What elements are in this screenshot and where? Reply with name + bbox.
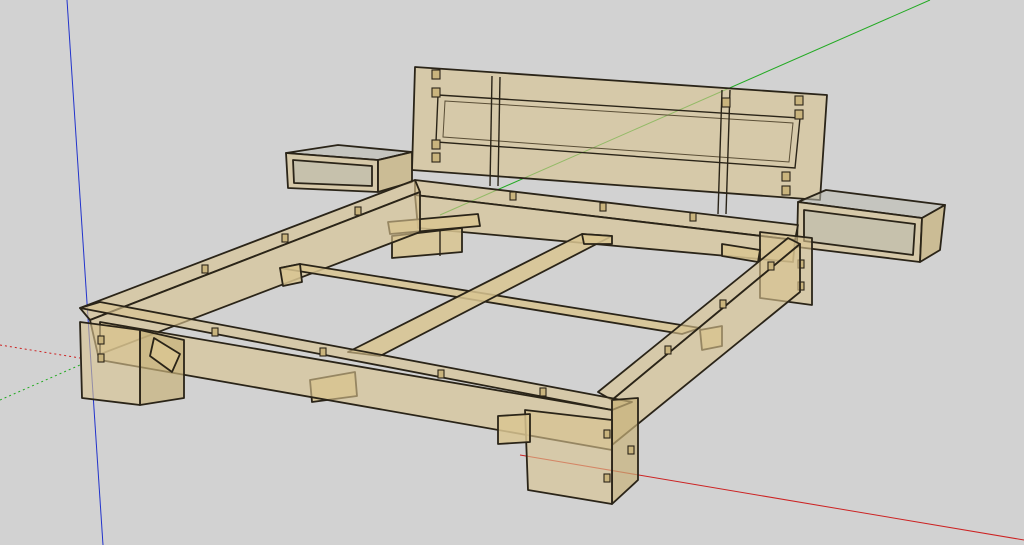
nightstand-right[interactable] — [796, 189, 946, 263]
foot-peg — [627, 445, 635, 455]
headboard-peg — [781, 171, 791, 182]
rail-peg — [689, 212, 697, 222]
y-axis-dotted-line — [0, 364, 81, 401]
cross-slat-end — [279, 263, 303, 287]
headboard-peg — [431, 69, 441, 80]
headboard-peg — [431, 139, 441, 150]
headboard-peg — [431, 152, 441, 163]
rail-peg — [437, 369, 445, 379]
foot-front — [79, 321, 141, 406]
foot-peg — [97, 335, 105, 345]
x-axis-dotted-line — [0, 344, 81, 359]
center-slat — [347, 233, 613, 357]
center-slat-end — [581, 233, 613, 245]
foot-peg — [603, 473, 611, 483]
rail-peg — [664, 345, 672, 355]
rail-peg — [767, 261, 775, 271]
rail-peg — [319, 347, 327, 357]
rail-peg — [719, 299, 727, 309]
headboard-peg — [431, 87, 441, 98]
headboard-peg — [794, 95, 804, 106]
rail-peg — [211, 327, 219, 337]
foot-cleat — [497, 413, 531, 445]
rail-peg — [509, 191, 517, 201]
z-axis-line — [66, 0, 104, 545]
rail-peg — [599, 202, 607, 212]
rail-peg — [354, 206, 362, 216]
foot-peg — [97, 353, 105, 363]
headboard-peg — [721, 97, 731, 108]
headboard-peg — [781, 185, 791, 196]
headboard-panel — [411, 66, 828, 201]
right-rail-face — [611, 243, 801, 446]
headboard-peg — [794, 109, 804, 120]
model-canvas[interactable] — [0, 0, 1024, 545]
foot-side — [139, 329, 185, 406]
foot-peg — [603, 429, 611, 439]
rail-peg — [539, 387, 547, 397]
nightstand-left[interactable] — [285, 144, 413, 193]
rail-peg — [201, 264, 209, 274]
foot-front — [524, 409, 613, 505]
rail-peg — [281, 233, 289, 243]
3d-viewport[interactable] — [0, 0, 1024, 545]
